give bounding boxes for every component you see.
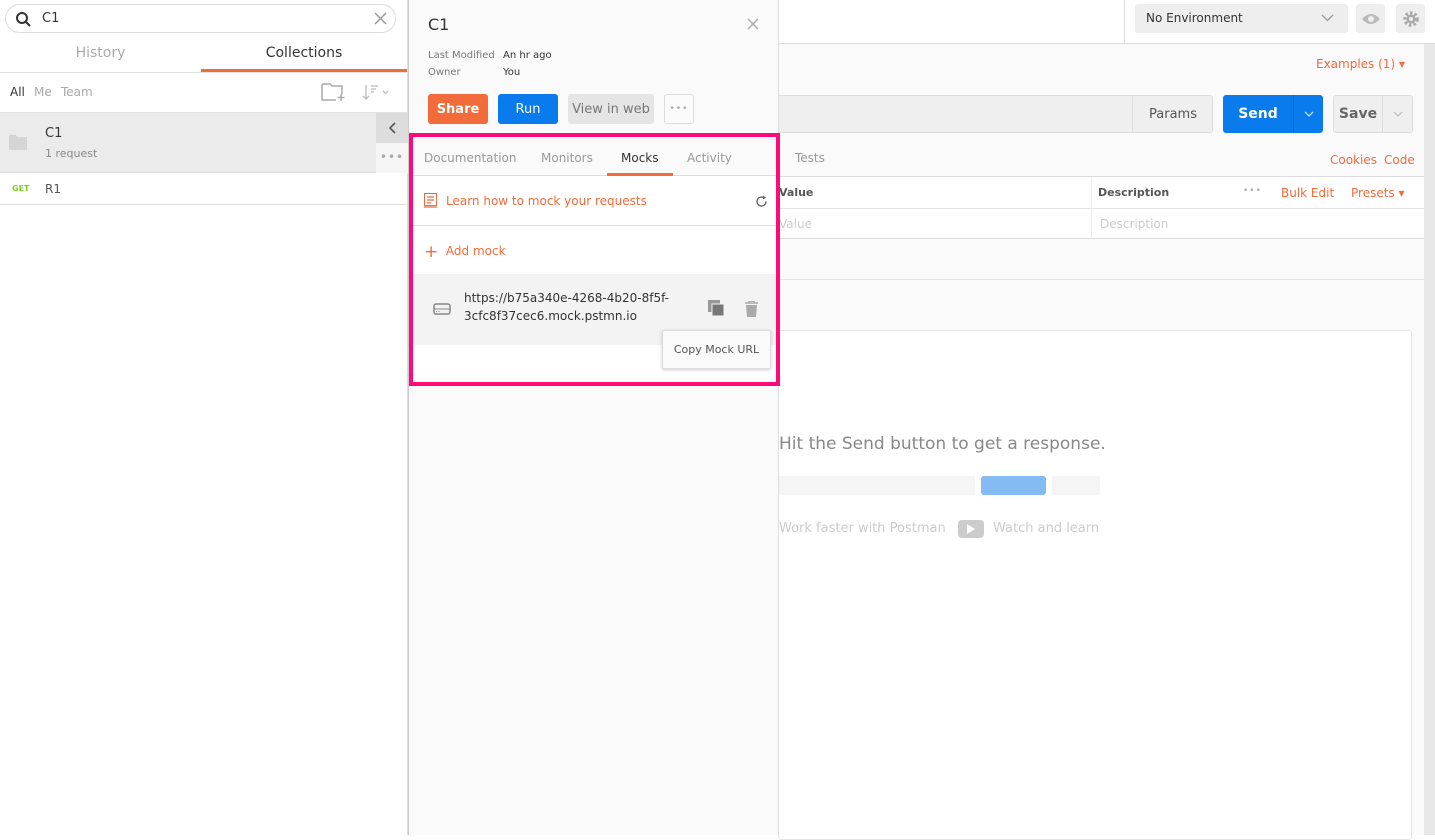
folder-icon bbox=[9, 135, 27, 150]
presets-label: Presets bbox=[1351, 186, 1395, 200]
collection-item[interactable]: C1 1 request ••• bbox=[0, 113, 408, 173]
more-button[interactable]: ••• bbox=[664, 94, 694, 124]
owner-label: Owner bbox=[428, 67, 461, 78]
save-button[interactable]: Save bbox=[1333, 95, 1383, 133]
divider bbox=[413, 225, 776, 226]
params-table: Value Description ••• Bulk Edit Presets … bbox=[779, 176, 1424, 239]
send-button[interactable]: Send bbox=[1223, 95, 1293, 133]
filter-me[interactable]: Me bbox=[34, 85, 52, 99]
response-pane: Hit the Send button to get a response. W… bbox=[778, 330, 1412, 840]
bulk-edit-link[interactable]: Bulk Edit bbox=[1281, 186, 1334, 200]
filter-team[interactable]: Team bbox=[61, 85, 93, 99]
empty-response-text: Hit the Send button to get a response. bbox=[779, 434, 1106, 454]
description-header: Description bbox=[1098, 186, 1170, 199]
send-options-button[interactable] bbox=[1293, 95, 1323, 133]
code-link[interactable]: Code bbox=[1384, 153, 1415, 167]
trash-icon[interactable] bbox=[745, 301, 758, 317]
run-button[interactable]: Run bbox=[498, 94, 558, 124]
mock-url-line2: 3cfc8f37cec6.mock.pstmn.io bbox=[464, 309, 637, 323]
highlight-box: Documentation Monitors Mocks Activity Le… bbox=[409, 133, 780, 386]
play-icon[interactable] bbox=[958, 520, 984, 538]
tab-underline bbox=[607, 173, 673, 176]
add-mock-label: Add mock bbox=[445, 244, 506, 258]
chevron-down-icon bbox=[1321, 14, 1334, 22]
owner-value: You bbox=[503, 67, 521, 78]
method-badge: GET bbox=[12, 184, 30, 193]
collapse-button[interactable] bbox=[376, 113, 408, 143]
placeholder-bar bbox=[1052, 476, 1100, 495]
examples-dropdown[interactable]: Examples (1) ▾ bbox=[1316, 57, 1405, 71]
collection-details-panel: C1 Last Modified An hr ago Owner You Sha… bbox=[408, 0, 780, 835]
more-icon[interactable]: ••• bbox=[1243, 186, 1262, 196]
add-mock-button[interactable]: + Add mock bbox=[424, 242, 506, 262]
gear-icon bbox=[1402, 10, 1419, 27]
collection-name: C1 bbox=[45, 126, 63, 141]
settings-button[interactable] bbox=[1396, 4, 1425, 33]
cookies-link[interactable]: Cookies bbox=[1330, 153, 1377, 167]
close-icon[interactable] bbox=[747, 18, 759, 30]
search-value: C1 bbox=[42, 11, 60, 26]
divider bbox=[0, 72, 408, 73]
chevron-left-icon bbox=[388, 122, 396, 134]
tab-collections[interactable]: Collections bbox=[201, 45, 407, 61]
panel-title: C1 bbox=[428, 15, 450, 34]
last-modified-label: Last Modified bbox=[428, 50, 495, 61]
request-name: R1 bbox=[45, 182, 61, 196]
search-icon bbox=[16, 12, 31, 27]
filter-all[interactable]: All bbox=[10, 85, 25, 99]
new-collection-icon[interactable] bbox=[321, 82, 347, 102]
placeholder-bar bbox=[779, 476, 975, 495]
clear-icon[interactable] bbox=[374, 12, 387, 25]
search-input[interactable]: C1 bbox=[5, 4, 396, 33]
tab-mocks[interactable]: Mocks bbox=[621, 151, 659, 165]
top-divider bbox=[1124, 0, 1125, 44]
tab-documentation[interactable]: Documentation bbox=[424, 151, 517, 165]
description-input[interactable]: Description bbox=[1100, 217, 1168, 231]
mock-url-line1: https://b75a340e-4268-4b20-8f5f- bbox=[464, 291, 669, 305]
share-button[interactable]: Share bbox=[428, 94, 488, 124]
presets-dropdown[interactable]: Presets ▾ bbox=[1351, 186, 1405, 200]
last-modified-value: An hr ago bbox=[503, 50, 552, 61]
tab-history[interactable]: History bbox=[0, 45, 201, 61]
view-in-web-button[interactable]: View in web bbox=[568, 94, 654, 124]
work-faster-text: Work faster with Postman bbox=[779, 521, 946, 536]
environment-value: No Environment bbox=[1146, 11, 1243, 25]
server-icon bbox=[433, 303, 451, 315]
learn-mock-link[interactable]: Learn how to mock your requests bbox=[446, 194, 647, 208]
chevron-down-icon bbox=[1304, 111, 1313, 117]
sort-icon[interactable] bbox=[362, 84, 390, 100]
eye-icon bbox=[1361, 13, 1380, 24]
sidebar: C1 History Collections All Me Team C1 1 … bbox=[0, 0, 408, 835]
value-header: Value bbox=[779, 186, 814, 199]
tab-activity[interactable]: Activity bbox=[687, 151, 732, 165]
quick-look-button[interactable] bbox=[1356, 4, 1385, 33]
refresh-icon[interactable] bbox=[755, 195, 768, 208]
request-area: No Environment Examples (1) ▾ Params Sen… bbox=[778, 0, 1435, 840]
scrollbar[interactable] bbox=[1424, 44, 1435, 835]
environment-select[interactable]: No Environment bbox=[1135, 4, 1348, 33]
tab-tests[interactable]: Tests bbox=[795, 151, 825, 165]
more-icon[interactable]: ••• bbox=[376, 143, 408, 173]
chevron-down-icon bbox=[1393, 111, 1402, 117]
book-icon bbox=[424, 193, 437, 208]
request-item[interactable]: GET R1 bbox=[0, 173, 408, 205]
tooltip: Copy Mock URL bbox=[662, 330, 771, 369]
plus-icon: + bbox=[424, 242, 439, 262]
divider bbox=[779, 279, 1424, 280]
value-input[interactable]: Value bbox=[779, 217, 812, 231]
collection-meta: 1 request bbox=[45, 147, 98, 160]
params-button[interactable]: Params bbox=[1132, 95, 1213, 133]
copy-icon[interactable] bbox=[708, 300, 725, 317]
watch-learn-link[interactable]: Watch and learn bbox=[993, 521, 1099, 536]
save-options-button[interactable] bbox=[1383, 95, 1413, 133]
examples-label: Examples (1) bbox=[1316, 57, 1396, 71]
placeholder-button bbox=[981, 476, 1046, 495]
tab-monitors[interactable]: Monitors bbox=[541, 151, 593, 165]
